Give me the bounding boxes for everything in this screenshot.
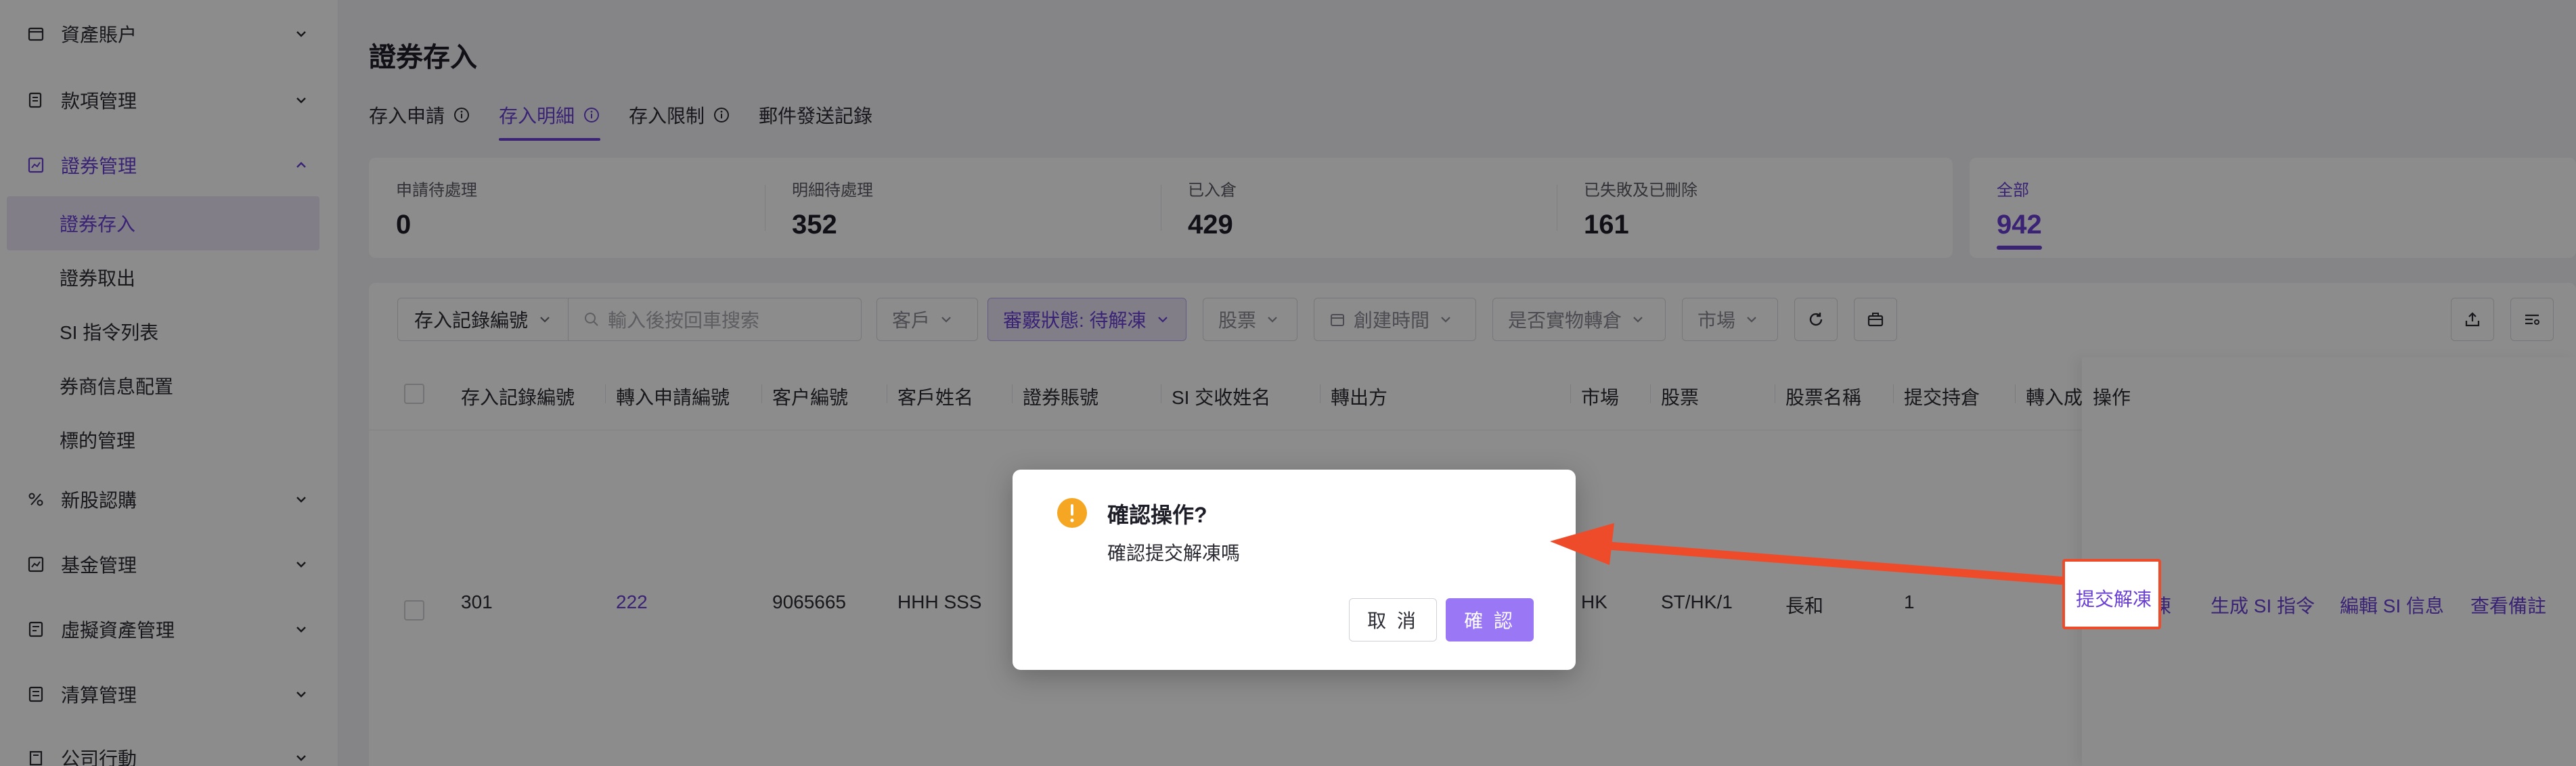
submit-unfreeze-highlighted[interactable]: 提交解凍 [2076, 585, 2152, 612]
cancel-button[interactable]: 取 消 [1349, 598, 1437, 641]
confirm-button[interactable]: 確 認 [1446, 598, 1534, 641]
dialog-message: 確認提交解凍嗎 [1107, 543, 1241, 564]
confirm-dialog: 確認操作? 確認提交解凍嗎 取 消 確 認 [1013, 470, 1576, 670]
dialog-title: 確認操作? [1107, 503, 1207, 527]
warning-icon [1057, 498, 1087, 528]
